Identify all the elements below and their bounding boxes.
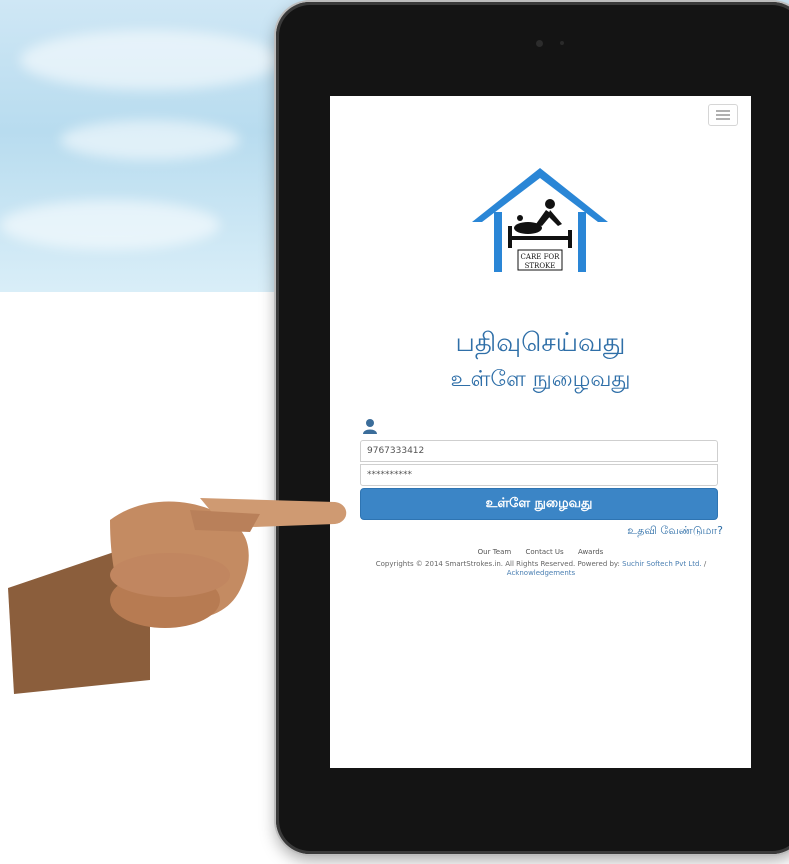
logo-text-line2: STROKE — [525, 262, 556, 270]
footer-link-our-team[interactable]: Our Team — [478, 548, 512, 556]
pointing-hand-image — [8, 498, 347, 694]
house-logo: CARE FOR STROKE — [472, 168, 608, 272]
password-field[interactable] — [360, 464, 718, 486]
acknowledgements-link[interactable]: Acknowledgements — [507, 569, 575, 577]
login-button[interactable]: உள்ளே நுழைவது — [360, 488, 718, 520]
camera-lens — [536, 40, 543, 47]
copyright-notice: Copyrights © 2014 SmartStrokes.in. All R… — [336, 560, 746, 578]
footer-link-contact-us[interactable]: Contact Us — [525, 548, 563, 556]
company-link[interactable]: Suchir Softech Pvt Ltd. — [622, 560, 702, 568]
username-field[interactable] — [360, 440, 718, 462]
menu-button[interactable] — [708, 104, 738, 126]
footer-link-awards[interactable]: Awards — [578, 548, 603, 556]
logo-text-line1: CARE FOR — [521, 253, 561, 261]
footer-links: Our Team Contact Us Awards — [330, 548, 751, 556]
copyright-text: Copyrights © 2014 SmartStrokes.in. All R… — [375, 560, 620, 568]
register-title[interactable]: பதிவுசெய்வது — [330, 328, 751, 361]
login-title[interactable]: உள்ளே நுழைவது — [330, 367, 751, 395]
camera-sensor — [560, 41, 564, 45]
help-link[interactable]: உதவி வேண்டுமா? — [627, 524, 723, 539]
copyright-separator: / — [703, 560, 707, 568]
user-icon — [363, 419, 377, 434]
tablet-screen: CARE FOR STROKE பதிவுசெய்வது உள்ளே நுழைவ… — [330, 96, 751, 768]
hamburger-icon — [716, 110, 730, 112]
